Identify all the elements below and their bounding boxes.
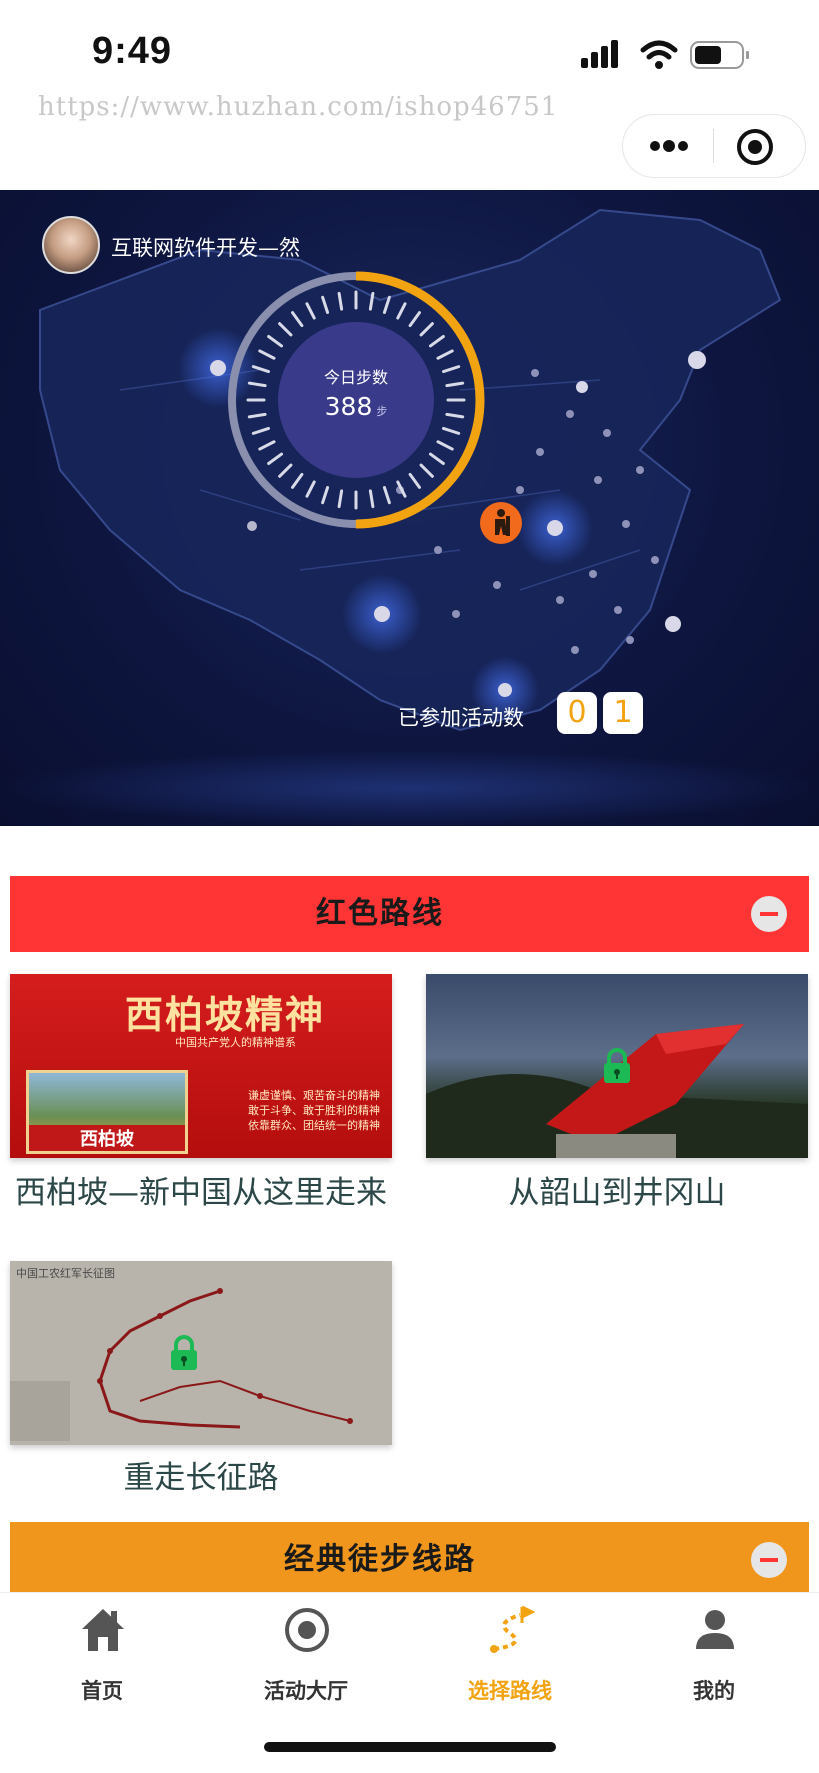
wifi-icon [640, 40, 678, 69]
steps-value-line: 388 步 [278, 392, 434, 421]
tab-label: 首页 [81, 1679, 123, 1703]
target-close-icon[interactable] [735, 127, 775, 167]
ring-tick [441, 426, 461, 435]
avatar[interactable] [42, 216, 100, 274]
target-icon [285, 1608, 329, 1652]
tab-home[interactable]: 首页 [0, 1605, 204, 1705]
ring-tick [436, 440, 454, 451]
ring-tick [258, 440, 276, 451]
ring-tick [382, 485, 391, 505]
route-title: 重走长征路 [123, 1460, 279, 1496]
ring-tick [441, 365, 461, 374]
thumb-line: 依靠群众、团结统一的精神 [248, 1119, 380, 1132]
status-time: 9:49 [92, 30, 173, 72]
route-thumbnail[interactable]: 西柏坡精神 中国共产党人的精神谱系 西柏坡 谦虚谨慎、艰苦奋斗的精神 敢于斗争、… [10, 974, 392, 1158]
lock-icon [171, 1335, 197, 1370]
long-march-map [10, 1288, 353, 1441]
home-indicator [264, 1742, 556, 1752]
tab-label: 我的 [693, 1679, 735, 1703]
route-thumbnail[interactable]: 中国工农红军长征图 [10, 1261, 392, 1445]
ring-tick [428, 452, 445, 465]
ring-tick [419, 322, 434, 337]
section-header-classic-hiking[interactable]: 经典徒步线路 [10, 1522, 809, 1598]
route-icon [490, 1605, 536, 1653]
steps-label: 今日步数 [323, 368, 388, 387]
user-icon [696, 1610, 734, 1649]
route-title: 从韶山到井冈山 [508, 1175, 726, 1211]
ring-tick [267, 452, 284, 465]
ring-tick [337, 489, 344, 509]
thumb-tag: 西柏坡 [29, 1125, 185, 1151]
ring-tick [382, 295, 391, 315]
step-counter-disc: 今日步数 388 步 [278, 322, 434, 478]
steps-unit: 步 [376, 405, 388, 418]
route-thumbnail[interactable] [426, 974, 808, 1158]
username: 互联网软件开发—然 [111, 236, 300, 260]
ring-tick [436, 349, 454, 360]
ring-tick [247, 381, 267, 388]
ring-tick [396, 302, 407, 320]
thumb-line: 谦虚谨慎、艰苦奋斗的精神 [248, 1089, 380, 1102]
tab-label: 选择路线 [468, 1679, 552, 1703]
hiker-marker-icon [480, 502, 522, 544]
battery-icon [690, 41, 749, 69]
lock-icon [604, 1048, 630, 1083]
ring-tick [258, 349, 276, 360]
ring-tick [408, 472, 421, 489]
cellular-signal-icon [581, 40, 749, 69]
activities-digit-ones: 1 [603, 692, 643, 734]
ring-tick [321, 295, 330, 315]
step-progress-ring: 今日步数 388 步 [220, 264, 492, 536]
status-icons [581, 38, 761, 72]
ring-tick [396, 480, 407, 498]
ring-tick [445, 381, 465, 388]
collapse-icon[interactable] [751, 896, 787, 932]
collapse-icon[interactable] [751, 1542, 787, 1578]
ring-tick [305, 302, 316, 320]
tab-label: 活动大厅 [264, 1679, 348, 1703]
thumb-lines: 谦虚谨慎、艰苦奋斗的精神 敢于斗争、敢于胜利的精神 依靠群众、团结统一的精神 [248, 1088, 380, 1133]
activities-label: 已参加活动数 [398, 706, 524, 730]
ring-tick [251, 365, 271, 374]
capsule-divider [713, 129, 714, 163]
ring-tick [419, 463, 434, 478]
thumb-title: 西柏坡精神 [125, 992, 326, 1037]
watermark-text: https://www.huzhan.com/ishop46751 [38, 92, 559, 122]
ring-tick [337, 291, 344, 311]
ring-tick [291, 311, 304, 328]
ring-tick [408, 311, 421, 328]
china-map-hero: 互联网软件开发—然 今日步数 388 步 已参加活动数 0 1 [0, 190, 819, 826]
route-title: 西柏坡—新中国从这里走来 [15, 1175, 387, 1211]
home-icon [82, 1609, 124, 1651]
section-header-red-route[interactable]: 红色路线 [10, 876, 809, 952]
thumb-line: 敢于斗争、敢于胜利的精神 [248, 1104, 380, 1117]
ring-tick [368, 291, 375, 311]
ring-tick [305, 480, 316, 498]
ring-tick [428, 335, 445, 348]
more-dots-icon[interactable] [647, 133, 691, 159]
thumb-photo: 西柏坡 [26, 1070, 188, 1154]
section-title: 经典徒步线路 [284, 1542, 476, 1577]
ring-tick [278, 463, 293, 478]
ring-tick [278, 322, 293, 337]
ring-tick [247, 412, 267, 419]
tab-profile[interactable]: 我的 [612, 1605, 816, 1705]
steps-value: 388 [324, 392, 373, 421]
ring-tick [321, 485, 330, 505]
thumb-subtitle: 中国共产党人的精神谱系 [175, 1036, 296, 1049]
tab-select-route[interactable]: 选择路线 [408, 1605, 612, 1705]
tab-activity-hall[interactable]: 活动大厅 [204, 1605, 408, 1705]
ring-tick [291, 472, 304, 489]
ring-tick [267, 335, 284, 348]
ring-tick [251, 426, 271, 435]
miniprogram-capsule [622, 114, 806, 178]
ring-tick [368, 489, 375, 509]
activities-digit-tens: 0 [557, 692, 597, 734]
section-title: 红色路线 [316, 896, 444, 931]
ring-tick [445, 412, 465, 419]
